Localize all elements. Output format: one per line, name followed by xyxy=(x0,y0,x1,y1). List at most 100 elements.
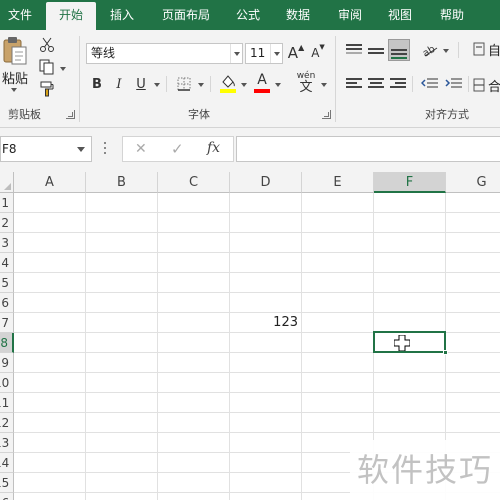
align-left-icon[interactable] xyxy=(346,78,362,90)
underline-button[interactable]: U xyxy=(132,74,150,94)
column-header-e[interactable]: E xyxy=(302,172,374,193)
column-header-a[interactable]: A xyxy=(14,172,86,193)
align-top-icon[interactable] xyxy=(346,44,362,56)
column-header-f[interactable]: F xyxy=(374,172,446,193)
tab-formulas[interactable]: 公式 xyxy=(226,0,270,30)
decrease-indent-icon[interactable] xyxy=(420,76,440,92)
borders-icon[interactable] xyxy=(174,74,194,94)
clipboard-launcher-icon[interactable] xyxy=(66,110,75,119)
row-header-6[interactable]: 6 xyxy=(0,293,14,313)
phonetic-char: 文 xyxy=(299,80,313,95)
insert-function-icon[interactable]: fx xyxy=(207,140,220,156)
format-painter-icon[interactable] xyxy=(38,80,56,98)
paste-label[interactable]: 粘贴 xyxy=(2,68,28,87)
font-color-button[interactable]: A xyxy=(252,72,272,94)
row-gridline xyxy=(14,272,500,273)
copy-icon[interactable] xyxy=(38,58,56,76)
row-header-9[interactable]: 9 xyxy=(0,353,14,373)
paste-icon[interactable] xyxy=(2,36,28,66)
name-box-value: F8 xyxy=(2,142,17,156)
row-gridline xyxy=(14,432,500,433)
copy-dropdown-icon[interactable] xyxy=(60,67,66,71)
font-color-dropdown-icon[interactable] xyxy=(275,83,281,87)
column-header-c[interactable]: C xyxy=(158,172,230,193)
wrap-text-icon[interactable] xyxy=(472,40,486,58)
cut-icon[interactable] xyxy=(38,36,56,54)
column-header-g[interactable]: G xyxy=(446,172,500,193)
row-header-12[interactable]: 12 xyxy=(0,413,14,433)
group-divider xyxy=(335,36,336,122)
row-header-11[interactable]: 11 xyxy=(0,393,14,413)
merge-center-icon[interactable] xyxy=(472,76,486,94)
select-all-button[interactable] xyxy=(0,172,14,193)
row-gridline xyxy=(14,232,500,233)
align-bottom-icon xyxy=(391,47,407,59)
increase-indent-icon[interactable] xyxy=(444,76,464,92)
font-launcher-icon[interactable] xyxy=(322,110,331,119)
chevron-down-icon[interactable] xyxy=(230,44,242,63)
orientation-dropdown-icon[interactable] xyxy=(443,49,449,53)
align-center-icon[interactable] xyxy=(368,78,384,90)
orientation-icon[interactable]: ab xyxy=(420,40,440,60)
underline-dropdown-icon[interactable] xyxy=(154,83,160,87)
cell-d7[interactable]: 123 xyxy=(230,314,298,333)
row-gridline xyxy=(14,292,500,293)
grow-font-label: A xyxy=(287,44,299,62)
shrink-font-button[interactable]: A ▼ xyxy=(310,43,326,63)
fill-color-dropdown-icon[interactable] xyxy=(241,83,247,87)
merge-center-label[interactable]: 合 xyxy=(488,76,500,95)
font-size-value: 11 xyxy=(250,46,266,60)
row-header-2[interactable]: 2 xyxy=(0,213,14,233)
font-size-combo[interactable]: 11 xyxy=(245,43,283,64)
paste-dropdown-icon[interactable] xyxy=(11,88,17,92)
phonetic-button[interactable]: wén 文 xyxy=(294,70,318,96)
row-header-5[interactable]: 5 xyxy=(0,273,14,293)
shrink-arrow-icon: ▼ xyxy=(319,43,325,51)
column-header-b[interactable]: B xyxy=(86,172,158,193)
resize-handle-icon[interactable] xyxy=(104,142,107,156)
chevron-down-icon[interactable] xyxy=(77,147,85,152)
column-header-d[interactable]: D xyxy=(230,172,302,193)
tab-help[interactable]: 帮助 xyxy=(430,0,474,30)
row-header-16[interactable]: 16 xyxy=(0,493,14,500)
column-gridline xyxy=(229,193,230,500)
row-header-15[interactable]: 15 xyxy=(0,473,14,493)
borders-dropdown-icon[interactable] xyxy=(198,83,204,87)
tab-page-layout[interactable]: 页面布局 xyxy=(154,0,218,30)
fill-color-icon[interactable] xyxy=(218,72,238,94)
italic-button[interactable]: I xyxy=(110,74,128,94)
chevron-down-icon[interactable] xyxy=(270,44,282,63)
name-box[interactable]: F8 xyxy=(0,136,92,162)
align-right-icon[interactable] xyxy=(390,78,406,90)
enter-icon[interactable]: ✓ xyxy=(171,140,184,158)
row-header-10[interactable]: 10 xyxy=(0,373,14,393)
tab-file[interactable]: 文件 xyxy=(0,0,40,30)
row-header-1[interactable]: 1 xyxy=(0,193,14,213)
formula-input[interactable] xyxy=(236,136,500,162)
row-header-4[interactable]: 4 xyxy=(0,253,14,273)
row-gridline xyxy=(14,412,500,413)
bold-button[interactable]: B xyxy=(88,74,106,94)
tab-view[interactable]: 视图 xyxy=(378,0,422,30)
row-header-7[interactable]: 7 xyxy=(0,313,14,333)
tab-data[interactable]: 数据 xyxy=(276,0,320,30)
clipboard-group-label: 剪贴板 xyxy=(8,108,41,121)
cancel-icon[interactable]: ✕ xyxy=(135,141,147,157)
row-header-14[interactable]: 14 xyxy=(0,453,14,473)
row-header-3[interactable]: 3 xyxy=(0,233,14,253)
wrap-text-label[interactable]: 自 xyxy=(488,40,500,59)
row-gridline xyxy=(14,392,500,393)
row-header-8[interactable]: 8 xyxy=(0,333,14,353)
cursor-cross-icon xyxy=(393,334,411,354)
font-name-combo[interactable]: 等线 xyxy=(86,43,243,64)
grow-font-button[interactable]: A ▲ xyxy=(288,43,304,63)
row-header-13[interactable]: 13 xyxy=(0,433,14,453)
phonetic-dropdown-icon[interactable] xyxy=(321,83,327,87)
fill-handle[interactable] xyxy=(443,350,448,355)
tab-insert[interactable]: 插入 xyxy=(100,0,144,30)
tab-review[interactable]: 审阅 xyxy=(328,0,372,30)
formula-bar: F8 ✕ ✓ fx xyxy=(0,128,500,172)
align-bottom-button[interactable] xyxy=(388,39,410,61)
tab-home[interactable]: 开始 xyxy=(46,2,96,30)
align-middle-icon[interactable] xyxy=(368,46,384,58)
